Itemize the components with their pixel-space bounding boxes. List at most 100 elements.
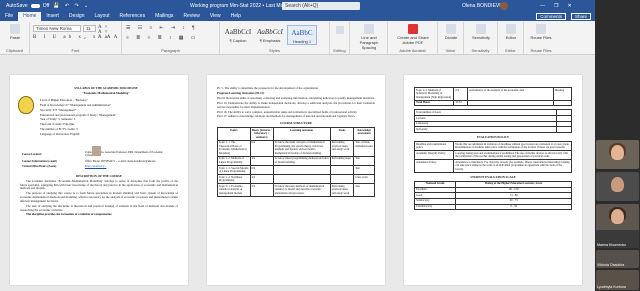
find-icon[interactable] [333, 26, 347, 35]
tab-view[interactable]: View [205, 12, 226, 21]
editor-group: Editor Editor [498, 22, 524, 54]
tab-file[interactable]: File [0, 12, 18, 21]
table-header: Hours (lectures / laboratory / seminars) [249, 127, 274, 141]
page-3[interactable]: Topic 2-3. Methods of Statistical Modell… [404, 75, 582, 285]
tab-home[interactable]: Home [18, 12, 42, 21]
tab-insert[interactable]: Insert [41, 12, 64, 21]
table-row: Attendance Policy Attendance is mandatory… [413, 159, 572, 173]
cell: Meeting [552, 87, 573, 101]
page-2[interactable]: PC 5. The ability to determine the prosp… [207, 75, 385, 285]
table-header: Tasks [329, 127, 355, 141]
cell: 4/4 [249, 174, 274, 185]
discipline-name: "Economic-Mathematical Modeling" [82, 90, 130, 95]
sensitivity-button[interactable]: Sensitivity [467, 24, 495, 40]
tab-mailings[interactable]: Mailings [150, 12, 178, 21]
cell: Topic 1-3. Special Models of Linear Prog… [217, 165, 251, 176]
cell: Deadline and resubmission policy [413, 140, 455, 152]
create-pdf-button[interactable]: Create and Share Adobe PDF [391, 24, 435, 45]
autosave-toggle[interactable] [30, 4, 40, 8]
cell [467, 99, 554, 107]
style-sample: AaBbCcI [224, 28, 252, 36]
zoom-link[interactable]: https://zoom.us/j/... [85, 165, 176, 168]
contact-label: Course Lecturer [22, 152, 42, 156]
tab-help[interactable]: Help [226, 12, 246, 21]
font-format-controls[interactable]: B I U ab x₂ x² A [33, 35, 113, 40]
word-window: AutoSave Off 💾 ↶ ↷ ⌄ Working program Mm-… [0, 0, 640, 291]
comments-button[interactable]: Comments [536, 13, 566, 20]
info-line: Specialty: 073 "Management" [40, 107, 77, 112]
line-spacing-label: Line and Paragraph Spacing [359, 35, 379, 50]
participant-name: Lyudmyla Kurtuna [597, 285, 626, 289]
table-row: Topic 2-3. Methods of Statistical Modell… [413, 87, 573, 101]
font-size-select[interactable]: 11 [83, 25, 96, 32]
restore-icon[interactable]: ❐ [554, 3, 567, 9]
window-controls[interactable]: —❐✕ [540, 3, 581, 9]
editing-label: Editing [333, 48, 346, 53]
cell: 4/4 [249, 155, 274, 167]
cell: To know the main concepts of Mathematica… [272, 139, 331, 157]
section-title: EVALUATION POLICY [476, 135, 510, 139]
tab-design[interactable]: Design [64, 12, 90, 21]
quick-access-toolbar[interactable]: 💾 ↶ ↷ ⌄ [53, 3, 90, 9]
paragraph: The discipline provides the formation of… [26, 212, 113, 217]
cell: Test, written, individual tasks [353, 139, 375, 157]
cell: Topic 1-1. The Theoretical Basis of Econ… [217, 139, 251, 157]
cell [272, 165, 331, 176]
dictate-label: Dictate [444, 35, 458, 40]
editor-button[interactable]: Editor [501, 24, 521, 40]
participant-face [611, 209, 624, 224]
participant-video[interactable]: Lyudmyla Kurtuna [596, 270, 639, 290]
tab-references[interactable]: References [115, 12, 151, 21]
alignment-controls-icon[interactable]: ≡ ≣ ≡ ≣ ↕ ▦ ▭ [126, 35, 198, 41]
reuse-files-button[interactable]: Reuse Files [527, 24, 555, 40]
contact-label: Contact Information (e-mail) [22, 159, 57, 163]
topics-continued-table: Topic 2-3. Methods of Statistical Modell… [413, 87, 573, 107]
tab-layout[interactable]: Layout [90, 12, 115, 21]
cell: Topic 1-4. Nonlinear Programming [217, 174, 251, 185]
cell: To know the basic methods of mathematica… [272, 183, 331, 197]
participant-video[interactable]: Viktoria Osadcha [596, 250, 639, 268]
contact-value: Office Phone: 0675854471 ... e-mail: ole… [84, 159, 156, 163]
participant-video[interactable] [596, 140, 639, 169]
participant-video[interactable] [596, 204, 639, 233]
style-heading-1[interactable]: AaBbC Heading 1 [287, 25, 317, 45]
autosave-label: AutoSave [6, 3, 28, 9]
cell: Topic 2-3. Methods of Statistical Modell… [413, 87, 455, 101]
cell: 32/32 [453, 99, 469, 107]
style-sample: AaBbCcI [257, 28, 283, 36]
list-controls-icon[interactable]: ☰ ☷ ≡ ⇤ ⇥ ↕ ¶ [126, 25, 197, 31]
minimize-icon[interactable]: — [540, 3, 554, 9]
course-structure-table: Topics Hours (lectures / laboratory / se… [217, 127, 375, 197]
ribbon-tabs: File Home Insert Design Layout Reference… [0, 12, 595, 21]
style-emphasis[interactable]: AaBbCcI ¶ Emphasis [255, 25, 285, 45]
evaluation-scale-table: National Grade Rating of the Higher Educa… [413, 180, 572, 211]
font-name-select[interactable]: Times New Roma [33, 25, 81, 32]
style-caption[interactable]: AaBbCcI ¶ Caption [223, 25, 253, 45]
table-row: Deadline and resubmission policy Works th… [413, 140, 572, 152]
participant-face [611, 177, 624, 192]
reuse-files-group-label: Reuse Files [530, 48, 552, 53]
tab-review[interactable]: Review [178, 12, 204, 21]
adobe-group: Create and Share Adobe PDF Adobe Acrobat [388, 22, 438, 54]
cell: To know linear programming methods and r… [272, 155, 331, 167]
university-logo [18, 96, 34, 114]
line-spacing-button[interactable]: Line and Paragraph Spacing [352, 24, 386, 50]
search-input[interactable]: Search (Alt+Q) [282, 2, 360, 10]
close-icon[interactable]: ✕ [567, 3, 580, 9]
dictate-button[interactable]: Dictate [441, 24, 461, 40]
participant-video[interactable]: Marina Khomenko [596, 230, 639, 248]
sensitivity-label: Sensitivity [471, 35, 490, 40]
paragraph: The academic discipline "Economic-Mathem… [20, 178, 178, 191]
cell: performance of the analysis of the econo… [467, 87, 554, 101]
page-1[interactable]: SYLLABUS OF THE ACADEMIC DISCIPLINE "Eco… [10, 75, 188, 285]
participant-name: Viktoria Osadcha [597, 263, 625, 267]
participant-video[interactable] [596, 172, 639, 201]
paste-button[interactable]: Paste [5, 24, 25, 40]
paste-icon [10, 24, 20, 34]
avatar[interactable] [500, 2, 508, 10]
document-canvas[interactable]: SYLLABUS OF THE ACADEMIC DISCIPLINE "Eco… [0, 55, 595, 291]
cell: 6/4 [249, 139, 274, 157]
evaluation-policy-table: Deadline and resubmission policy Works th… [413, 140, 572, 173]
share-button[interactable]: Share [570, 13, 591, 20]
cell: Class work [353, 174, 375, 185]
